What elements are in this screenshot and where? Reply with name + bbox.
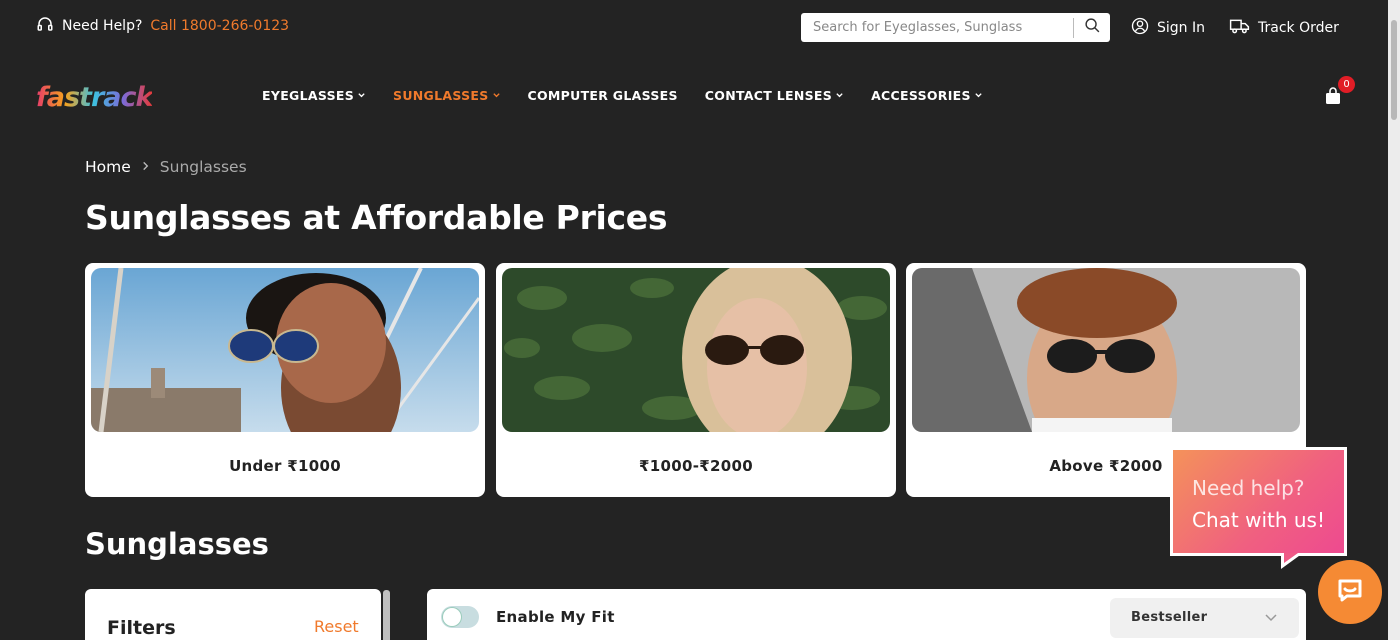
- price-card-label: Under ₹1000: [229, 457, 341, 475]
- page-scrollbar[interactable]: [1388, 0, 1400, 640]
- price-card-label: ₹1000-₹2000: [639, 457, 753, 475]
- track-order-link[interactable]: Track Order: [1229, 17, 1339, 39]
- chat-icon: [1334, 574, 1366, 610]
- breadcrumb: Home Sunglasses: [85, 158, 247, 176]
- chat-prompt-line2: Chat with us!: [1192, 508, 1325, 532]
- chevron-down-icon: [974, 88, 983, 103]
- model-photo: [502, 268, 890, 432]
- truck-icon: [1229, 17, 1250, 39]
- page-title: Sunglasses at Affordable Prices: [85, 198, 668, 237]
- nav-label: CONTACT LENSES: [704, 88, 833, 103]
- price-card-under-1000[interactable]: Under ₹1000: [85, 263, 485, 497]
- shopping-bag-icon: [1325, 87, 1341, 109]
- scrollbar-thumb[interactable]: [1391, 20, 1397, 120]
- chevron-down-icon: [492, 88, 501, 103]
- search-bar: [801, 13, 1110, 42]
- breadcrumb-current: Sunglasses: [159, 158, 247, 176]
- filters-title: Filters: [107, 617, 176, 639]
- chat-launcher-button[interactable]: [1318, 560, 1382, 624]
- top-bar: Need Help? Call 1800-266-0123 Sign In Tr…: [0, 0, 1400, 56]
- search-button[interactable]: [1074, 13, 1110, 42]
- nav-item-contact-lenses[interactable]: CONTACT LENSES: [705, 88, 844, 103]
- nav-label: ACCESSORIES: [871, 88, 971, 103]
- chat-prompt-line1: Need help?: [1192, 476, 1305, 500]
- model-photo: [91, 268, 479, 432]
- chevron-down-icon: [835, 88, 844, 103]
- chevron-down-icon: [1264, 610, 1278, 629]
- price-card-1000-2000[interactable]: ₹1000-₹2000: [496, 263, 896, 497]
- search-icon: [1084, 17, 1101, 38]
- nav-item-sunglasses[interactable]: SUNGLASSES: [393, 88, 501, 103]
- filters-panel: Filters Reset: [85, 589, 381, 640]
- search-input[interactable]: [801, 14, 1073, 41]
- filters-scrollbar[interactable]: [383, 590, 390, 640]
- nav-label: COMPUTER GLASSES: [527, 88, 678, 103]
- sign-in-link[interactable]: Sign In: [1131, 17, 1205, 39]
- nav-menu: EYEGLASSES SUNGLASSES COMPUTER GLASSES C…: [262, 88, 1010, 103]
- chat-prompt-bubble[interactable]: Need help? Chat with us!: [1170, 447, 1347, 569]
- nav-item-eyeglasses[interactable]: EYEGLASSES: [262, 88, 366, 103]
- sort-value: Bestseller: [1131, 610, 1208, 625]
- my-fit-label: Enable My Fit: [496, 608, 615, 626]
- section-title: Sunglasses: [85, 527, 269, 561]
- user-icon: [1131, 17, 1149, 39]
- listing-toolbar: Enable My Fit Bestseller: [427, 589, 1306, 640]
- help-contact: Need Help? Call 1800-266-0123: [36, 15, 289, 37]
- model-photo: [912, 268, 1300, 432]
- chevron-down-icon: [357, 88, 366, 103]
- nav-item-accessories[interactable]: ACCESSORIES: [871, 88, 983, 103]
- nav-label: SUNGLASSES: [393, 88, 489, 103]
- nav-label: EYEGLASSES: [262, 88, 355, 103]
- chevron-right-icon: [141, 160, 150, 175]
- headset-icon: [36, 15, 54, 37]
- phone-link[interactable]: Call 1800-266-0123: [150, 18, 289, 34]
- bubble-tail-fill: [1284, 553, 1298, 563]
- track-order-label: Track Order: [1258, 20, 1339, 36]
- sort-dropdown[interactable]: Bestseller: [1110, 598, 1299, 638]
- sign-in-label: Sign In: [1157, 20, 1205, 36]
- nav-item-computer-glasses[interactable]: COMPUTER GLASSES: [528, 88, 678, 103]
- help-text: Need Help?: [62, 18, 143, 34]
- fastrack-logo[interactable]: fastrack: [36, 82, 153, 113]
- toggle-knob: [443, 608, 461, 626]
- main-navigation: fastrack EYEGLASSES SUNGLASSES COMPUTER …: [0, 56, 1400, 136]
- breadcrumb-home[interactable]: Home: [85, 158, 131, 176]
- cart-button[interactable]: 0: [1325, 76, 1355, 105]
- reset-filters-button[interactable]: Reset: [314, 617, 359, 636]
- cart-count-badge: 0: [1338, 76, 1355, 93]
- my-fit-toggle[interactable]: [441, 606, 479, 628]
